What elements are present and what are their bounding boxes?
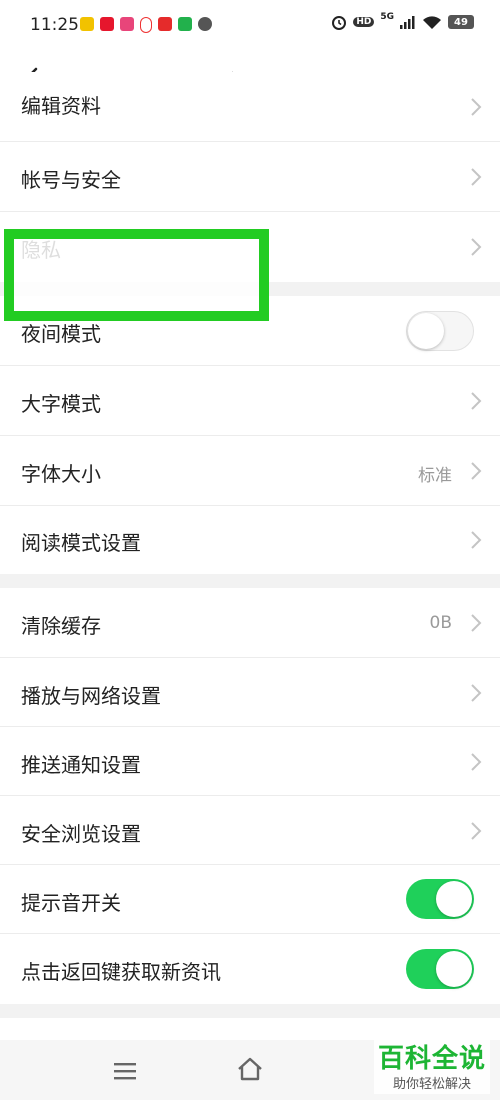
app-notification-icon [80,17,94,31]
row-label: 提示音开关 [21,891,121,915]
app-notification-icon [120,17,134,31]
chevron-right-icon [471,462,482,480]
chevron-right-icon [471,531,482,549]
row-value: 0B [429,613,452,633]
settings-row-font-size[interactable]: 字体大小 标准 [0,436,500,506]
settings-row-clear-cache[interactable]: 清除缓存 0B [0,588,500,658]
hd-badge: HD [353,17,375,27]
toggle-knob [408,313,444,349]
location-pin-icon [140,17,152,33]
night-mode-toggle[interactable] [406,311,474,351]
chevron-right-icon [471,168,482,186]
app-notification-icon [178,17,192,31]
settings-row-back-refresh: 点击返回键获取新资讯 [0,934,500,1004]
settings-row-playback-network[interactable]: 播放与网络设置 [0,658,500,727]
menu-icon[interactable] [112,1060,138,1082]
watermark-subtitle: 助你轻松解决 [392,1077,471,1092]
settings-row-sound-switch: 提示音开关 [0,865,500,934]
chevron-right-icon [471,684,482,702]
row-label: 点击返回键获取新资讯 [21,960,221,984]
settings-row-edit-profile[interactable]: 编辑资料 [0,72,500,142]
chevron-right-icon [471,238,482,256]
toggle-knob [436,881,472,917]
status-time: 11:25 [30,15,79,35]
back-refresh-toggle[interactable] [406,949,474,989]
settings-row-large-text[interactable]: 大字模式 [0,366,500,436]
network-type: 5G [380,12,394,22]
watermark-logo: 百科全说 助你轻松解决 [373,1036,490,1094]
status-bar: 11:25 HD 5G 49 [0,0,500,52]
notification-icons [80,17,212,33]
row-label: 夜间模式 [21,322,101,346]
listen-app-icon [158,17,172,31]
home-icon[interactable] [236,1056,264,1082]
battery-indicator: 49 [448,15,474,29]
highlight-annotation-box [4,229,269,321]
row-label: 安全浏览设置 [21,822,141,846]
row-label: 编辑资料 [21,94,101,118]
alarm-icon [332,16,347,30]
sound-toggle[interactable] [406,879,474,919]
row-label: 播放与网络设置 [21,684,161,708]
settings-row-push-notification[interactable]: 推送通知设置 [0,727,500,796]
chevron-right-icon [471,753,482,771]
weibo-icon [100,17,114,31]
row-label: 阅读模式设置 [21,531,141,555]
row-label: 字体大小 [21,462,101,486]
settings-row-reading-mode[interactable]: 阅读模式设置 [0,506,500,574]
row-value: 标准 [418,466,452,486]
row-label: 帐号与安全 [21,168,121,192]
chevron-right-icon [471,614,482,632]
chat-bubble-icon [198,17,212,31]
watermark-title: 百科全说 [377,1044,486,1074]
settings-row-account-security[interactable]: 帐号与安全 [0,142,500,212]
signal-icon [400,16,415,29]
chevron-right-icon [471,98,482,116]
row-label: 清除缓存 [21,614,101,638]
row-label: 大字模式 [21,392,101,416]
row-label: 推送通知设置 [21,753,141,777]
wifi-icon [423,15,441,29]
chevron-right-icon [471,392,482,410]
status-right: HD 5G 49 [331,12,474,30]
chevron-right-icon [471,822,482,840]
settings-row-safe-browsing[interactable]: 安全浏览设置 [0,796,500,865]
toggle-knob [436,951,472,987]
